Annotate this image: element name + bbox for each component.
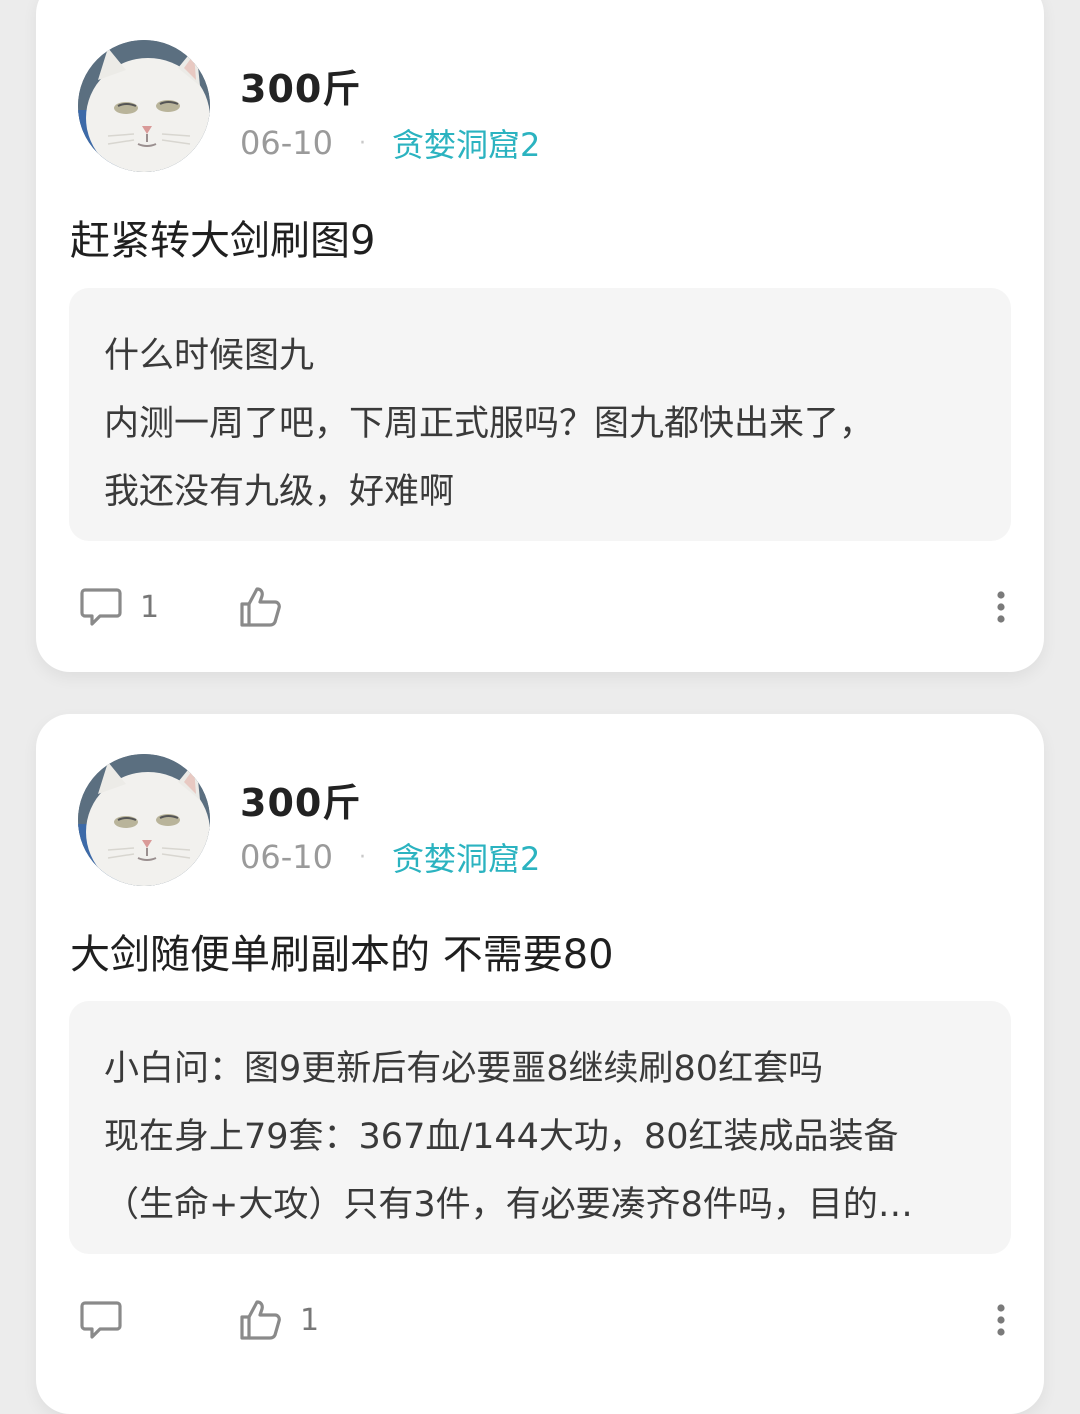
like-button[interactable] bbox=[238, 577, 300, 637]
post-date: 06-10 bbox=[240, 124, 333, 162]
forum-link[interactable]: 贪婪洞窟2 bbox=[392, 834, 540, 880]
comment-icon bbox=[78, 1297, 124, 1343]
like-button[interactable]: 1 bbox=[238, 1290, 319, 1350]
comment-count: 1 bbox=[140, 589, 160, 625]
post-actions: 1 bbox=[36, 1290, 1044, 1350]
quote-line: 小白问：图9更新后有必要噩8继续刷80红套吗 bbox=[104, 1049, 824, 1089]
more-options-button[interactable] bbox=[986, 577, 1016, 637]
quote-line: 什么时候图九 bbox=[104, 336, 315, 376]
post-meta: 06-10 · 贪婪洞窟2 bbox=[240, 834, 540, 880]
quote-line: 内测一周了吧，下周正式服吗？图九都快出来了， bbox=[104, 404, 875, 444]
post-actions: 1 bbox=[36, 577, 1044, 637]
author-name[interactable]: 300斤 bbox=[240, 58, 361, 113]
quoted-post[interactable]: 小白问：图9更新后有必要噩8继续刷80红套吗 现在身上79套：367血/144大… bbox=[69, 1001, 1011, 1254]
post-meta: 06-10 · 贪婪洞窟2 bbox=[240, 120, 540, 166]
comment-button[interactable] bbox=[78, 1290, 140, 1350]
avatar[interactable] bbox=[78, 40, 210, 172]
forum-link[interactable]: 贪婪洞窟2 bbox=[392, 120, 540, 166]
thumbs-up-icon bbox=[238, 1297, 284, 1343]
cat-avatar-image bbox=[78, 754, 210, 886]
more-vertical-icon bbox=[996, 590, 1006, 624]
quote-line: （生命+大攻）只有3件，有必要凑齐8件吗，目的… bbox=[104, 1185, 913, 1225]
more-vertical-icon bbox=[996, 1303, 1006, 1337]
like-count: 1 bbox=[300, 1302, 320, 1338]
author-name[interactable]: 300斤 bbox=[240, 772, 361, 827]
quote-line: 我还没有九级，好难啊 bbox=[104, 472, 455, 512]
quoted-post[interactable]: 什么时候图九 内测一周了吧，下周正式服吗？图九都快出来了， 我还没有九级，好难啊 bbox=[69, 288, 1011, 541]
comment-button[interactable]: 1 bbox=[78, 577, 159, 637]
meta-separator: · bbox=[358, 130, 366, 156]
post-text[interactable]: 大剑随便单刷副本的 不需要80 bbox=[70, 922, 614, 980]
post-text[interactable]: 赶紧转大剑刷图9 bbox=[70, 208, 375, 266]
comment-icon bbox=[78, 584, 124, 630]
post-card[interactable]: 300斤 06-10 · 贪婪洞窟2 大剑随便单刷副本的 不需要80 小白问：图… bbox=[36, 714, 1044, 1414]
meta-separator: · bbox=[358, 844, 366, 870]
quote-line: 现在身上79套：367血/144大功，80红装成品装备 bbox=[104, 1117, 899, 1157]
cat-avatar-image bbox=[78, 40, 210, 172]
post-card[interactable]: 300斤 06-10 · 贪婪洞窟2 赶紧转大剑刷图9 什么时候图九 内测一周了… bbox=[36, 0, 1044, 672]
avatar[interactable] bbox=[78, 754, 210, 886]
post-date: 06-10 bbox=[240, 838, 333, 876]
more-options-button[interactable] bbox=[986, 1290, 1016, 1350]
thumbs-up-icon bbox=[238, 584, 284, 630]
